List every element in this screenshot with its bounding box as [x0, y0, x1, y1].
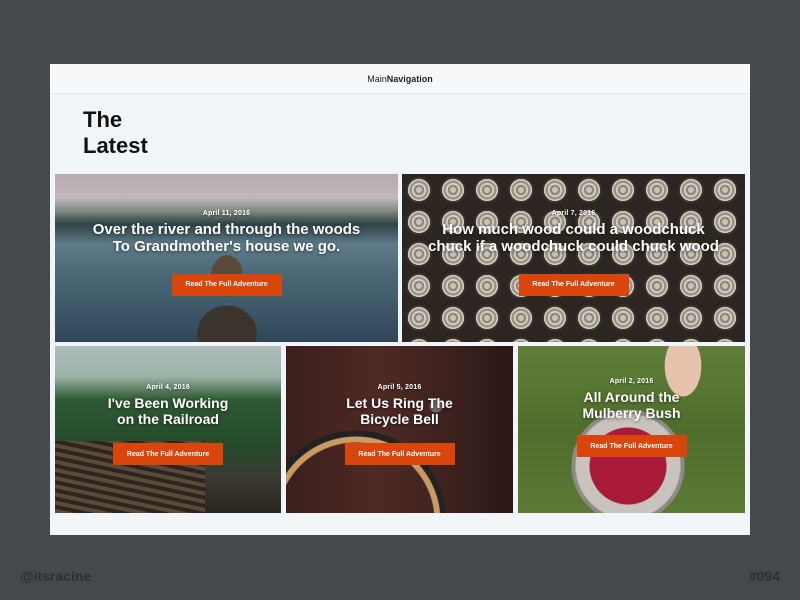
card-title: Let Us Ring The Bicycle Bell	[346, 395, 453, 427]
card-title-line1: How much wood could a woodchuck	[442, 221, 705, 238]
card-title-line2: chuck if a woodchuck could chuck wood	[428, 238, 719, 256]
article-card-mulberry[interactable]: April 2, 2016 All Around the Mulberry Bu…	[518, 346, 745, 513]
page-title: The Latest	[83, 107, 148, 159]
read-adventure-button[interactable]: Read The Full Adventure	[113, 443, 223, 466]
card-title-line2: Bicycle Bell	[360, 411, 439, 428]
card-title-line1: Over the river and through the woods	[92, 221, 361, 238]
card-title-line1: All Around the	[583, 389, 680, 405]
article-card-bicycle[interactable]: April 5, 2016 Let Us Ring The Bicycle Be…	[286, 346, 513, 513]
card-title: I've Been Working on the Railroad	[108, 395, 229, 427]
app-frame: Main Navigation The Latest April 11, 2016…	[50, 64, 750, 535]
card-date: April 2, 2016	[609, 378, 654, 385]
read-adventure-button[interactable]: Read The Full Adventure	[171, 273, 282, 296]
article-card-railroad[interactable]: April 4, 2016 I've Been Working on the R…	[55, 346, 281, 513]
card-date: April 4, 2016	[146, 384, 190, 391]
read-adventure-button[interactable]: Read The Full Adventure	[576, 435, 687, 458]
card-title: All Around the Mulberry Bush	[582, 389, 680, 421]
card-title: Over the river and through the woods To …	[93, 221, 361, 256]
shot-number: #094	[748, 568, 780, 584]
card-title-line2: on the Railroad	[117, 411, 219, 428]
card-title-line1: Let Us Ring The	[346, 395, 453, 411]
page-title-line1: The	[83, 107, 123, 132]
card-title: How much wood could a woodchuck chuck if…	[428, 221, 719, 256]
card-title-line1: I've Been Working	[107, 395, 229, 411]
read-adventure-button[interactable]: Read The Full Adventure	[344, 443, 455, 466]
card-date: April 7, 2016	[551, 210, 596, 217]
author-handle: @itsracine	[20, 568, 92, 584]
read-adventure-button[interactable]: Read The Full Adventure	[518, 273, 629, 296]
article-card-river[interactable]: April 11, 2016 Over the river and throug…	[55, 174, 398, 342]
article-card-woodchuck[interactable]: April 7, 2016 How much wood could a wood…	[402, 174, 745, 342]
nav-label-regular: Main	[367, 73, 387, 84]
card-date: April 5, 2016	[377, 384, 422, 391]
card-title-line2: Mulberry Bush	[582, 405, 681, 422]
card-date: April 11, 2016	[202, 210, 251, 217]
nav-label-bold: Navigation	[386, 73, 433, 84]
page-title-line2: Latest	[83, 133, 148, 158]
main-navigation[interactable]: Main Navigation	[50, 64, 750, 94]
card-title-line2: To Grandmother's house we go.	[112, 238, 341, 256]
